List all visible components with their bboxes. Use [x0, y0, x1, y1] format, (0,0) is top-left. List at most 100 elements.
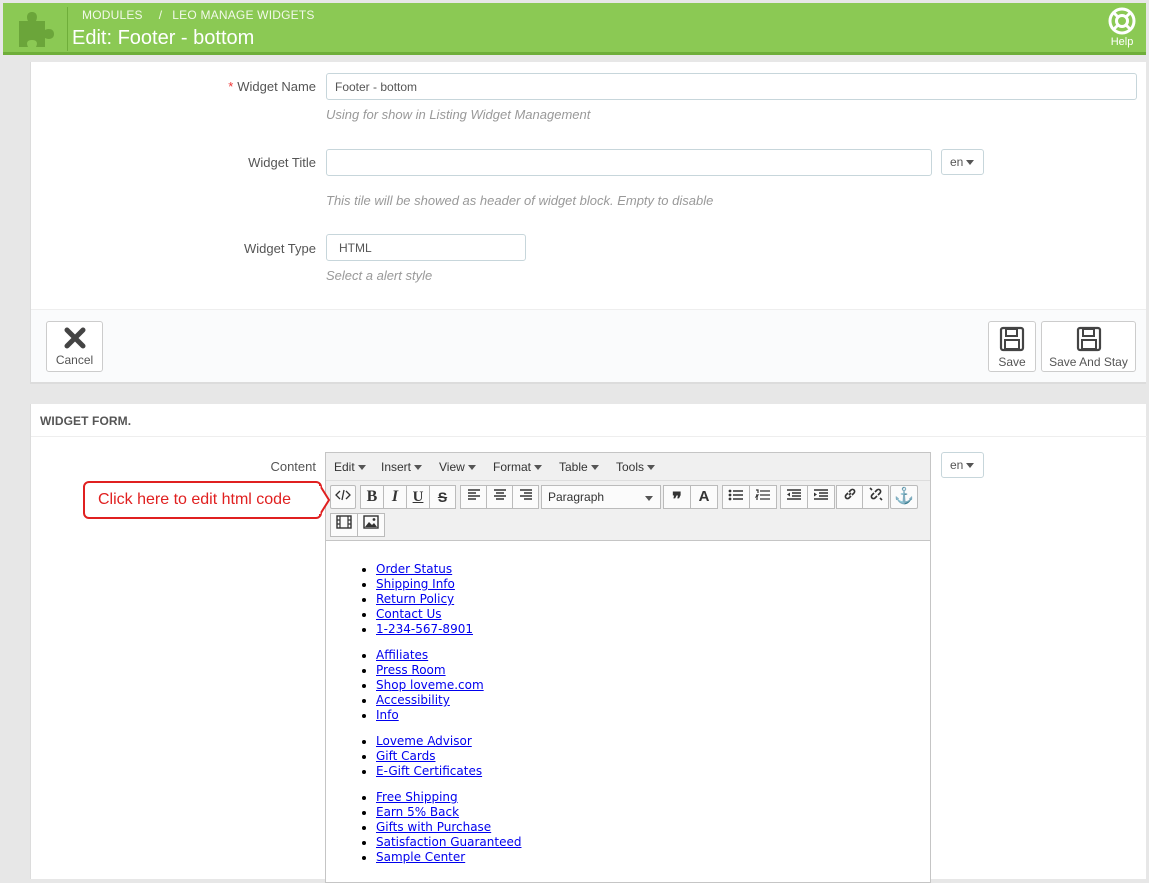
save-and-stay-button[interactable]: Save And Stay	[1041, 321, 1136, 372]
callout-pointer	[319, 484, 331, 516]
rich-text-editor: Edit Insert View Format Table Tools B I …	[325, 452, 931, 883]
cancel-button[interactable]: Cancel	[46, 321, 103, 372]
help-label: Help	[1110, 36, 1134, 48]
menu-view[interactable]: View	[439, 460, 476, 474]
align-center-icon[interactable]	[486, 485, 513, 509]
list-item: 1-234-567-8901	[376, 622, 930, 637]
link[interactable]: Press Room	[376, 663, 446, 677]
link-icon[interactable]	[836, 485, 863, 509]
menu-tools[interactable]: Tools	[616, 460, 656, 474]
anchor-icon[interactable]: ⚓	[890, 485, 918, 509]
menu-edit[interactable]: Edit	[334, 460, 366, 474]
unlink-icon[interactable]	[862, 485, 889, 509]
link-list: Order Status Shipping Info Return Policy…	[376, 562, 930, 637]
editor-content[interactable]: Order Status Shipping Info Return Policy…	[326, 542, 930, 882]
breadcrumb-separator: /	[158, 8, 163, 22]
save-button[interactable]: Save	[988, 321, 1036, 372]
code-icon[interactable]	[330, 485, 356, 509]
page-header: MODULES / LEO MANAGE WIDGETS Edit: Footer …	[3, 3, 1146, 55]
link[interactable]: Return Policy	[376, 592, 454, 606]
widget-type-select[interactable]: HTML	[326, 234, 526, 261]
link[interactable]: Affiliates	[376, 648, 428, 662]
list-item: Info	[376, 708, 930, 723]
italic-icon[interactable]: I	[383, 485, 407, 509]
widget-title-input[interactable]	[326, 149, 932, 176]
lifebuoy-icon	[1108, 7, 1136, 35]
link[interactable]: Gift Cards	[376, 749, 436, 763]
widget-name-label: * Widget Name	[228, 79, 316, 94]
link-list: Loveme Advisor Gift Cards E-Gift Certifi…	[376, 734, 930, 779]
align-right-icon[interactable]	[512, 485, 539, 509]
chevron-down-icon	[645, 496, 653, 501]
breadcrumb-item-modules[interactable]: MODULES	[82, 8, 143, 22]
menu-table[interactable]: Table	[559, 460, 599, 474]
page-title: Edit: Footer - bottom	[72, 27, 255, 49]
widget-title-label: Widget Title	[248, 155, 316, 170]
link-list: Affiliates Press Room Shop loveme.com Ac…	[376, 648, 930, 723]
link[interactable]: Loveme Advisor	[376, 734, 472, 748]
bullet-list-icon[interactable]	[722, 485, 750, 509]
widget-name-input[interactable]: Footer - bottom	[326, 73, 1137, 100]
list-item: Shop loveme.com	[376, 678, 930, 693]
required-mark: *	[228, 79, 234, 94]
list-item: Order Status	[376, 562, 930, 577]
list-item: Press Room	[376, 663, 930, 678]
widget-settings-panel: * Widget Name Footer - bottom Using for s…	[30, 62, 1146, 384]
strikethrough-icon[interactable]: S	[429, 485, 456, 509]
blockquote-icon[interactable]: ❞	[663, 485, 691, 509]
list-item: Satisfaction Guaranteed	[376, 835, 930, 850]
widget-form-panel: WIDGET FORM. Content en Edit Insert View…	[30, 404, 1147, 883]
outdent-icon[interactable]	[780, 485, 808, 509]
link[interactable]: Accessibility	[376, 693, 450, 707]
puzzle-piece-icon	[13, 7, 57, 49]
annotation-callout: Click here to edit html code	[83, 481, 322, 519]
chevron-down-icon	[966, 160, 975, 166]
list-item: E-Gift Certificates	[376, 764, 930, 779]
link[interactable]: Contact Us	[376, 607, 442, 621]
numbered-list-icon[interactable]	[749, 485, 777, 509]
link[interactable]: E-Gift Certificates	[376, 764, 482, 778]
link[interactable]: Earn 5% Back	[376, 805, 459, 819]
editor-toolbar: B I U S Paragraph ❞ A ⚓	[326, 481, 930, 541]
link[interactable]: Info	[376, 708, 399, 722]
media-icon[interactable]	[330, 513, 358, 537]
list-item: Loveme Advisor	[376, 734, 930, 749]
menu-format[interactable]: Format	[493, 460, 543, 474]
link[interactable]: Gifts with Purchase	[376, 820, 491, 834]
list-item: Contact Us	[376, 607, 930, 622]
header-divider	[67, 7, 68, 51]
image-icon[interactable]	[357, 513, 385, 537]
help-button[interactable]: Help	[1106, 7, 1138, 48]
link[interactable]: Shipping Info	[376, 577, 455, 591]
list-item: Earn 5% Back	[376, 805, 930, 820]
close-icon	[64, 327, 85, 349]
widget-name-help: Using for show in Listing Widget Managem…	[326, 107, 591, 122]
content-label: Content	[270, 459, 316, 474]
link[interactable]: Order Status	[376, 562, 452, 576]
link[interactable]: Sample Center	[376, 850, 465, 864]
list-item: Sample Center	[376, 850, 930, 865]
list-item: Affiliates	[376, 648, 930, 663]
content-lang-dropdown[interactable]: en	[941, 452, 984, 478]
link[interactable]: 1-234-567-8901	[376, 622, 473, 636]
align-left-icon[interactable]	[460, 485, 487, 509]
underline-icon[interactable]: U	[406, 485, 430, 509]
list-item: Shipping Info	[376, 577, 930, 592]
widget-type-label: Widget Type	[243, 241, 316, 256]
list-item: Accessibility	[376, 693, 930, 708]
indent-icon[interactable]	[807, 485, 835, 509]
widget-title-help: This tile will be showed as header of wi…	[326, 193, 714, 208]
menu-insert[interactable]: Insert	[381, 460, 423, 474]
block-format-select[interactable]: Paragraph	[541, 485, 661, 509]
breadcrumb: MODULES / LEO MANAGE WIDGETS	[82, 8, 315, 22]
chevron-down-icon	[966, 463, 975, 469]
link[interactable]: Free Shipping	[376, 790, 458, 804]
bold-icon[interactable]: B	[360, 485, 384, 509]
link-list: Free Shipping Earn 5% Back Gifts with Pu…	[376, 790, 930, 865]
link[interactable]: Shop loveme.com	[376, 678, 484, 692]
list-item: Return Policy	[376, 592, 930, 607]
link[interactable]: Satisfaction Guaranteed	[376, 835, 521, 849]
text-color-icon[interactable]: A	[690, 485, 718, 509]
breadcrumb-item-leo-manage-widgets[interactable]: LEO MANAGE WIDGETS	[172, 8, 314, 22]
widget-title-lang-dropdown[interactable]: en	[941, 149, 984, 175]
